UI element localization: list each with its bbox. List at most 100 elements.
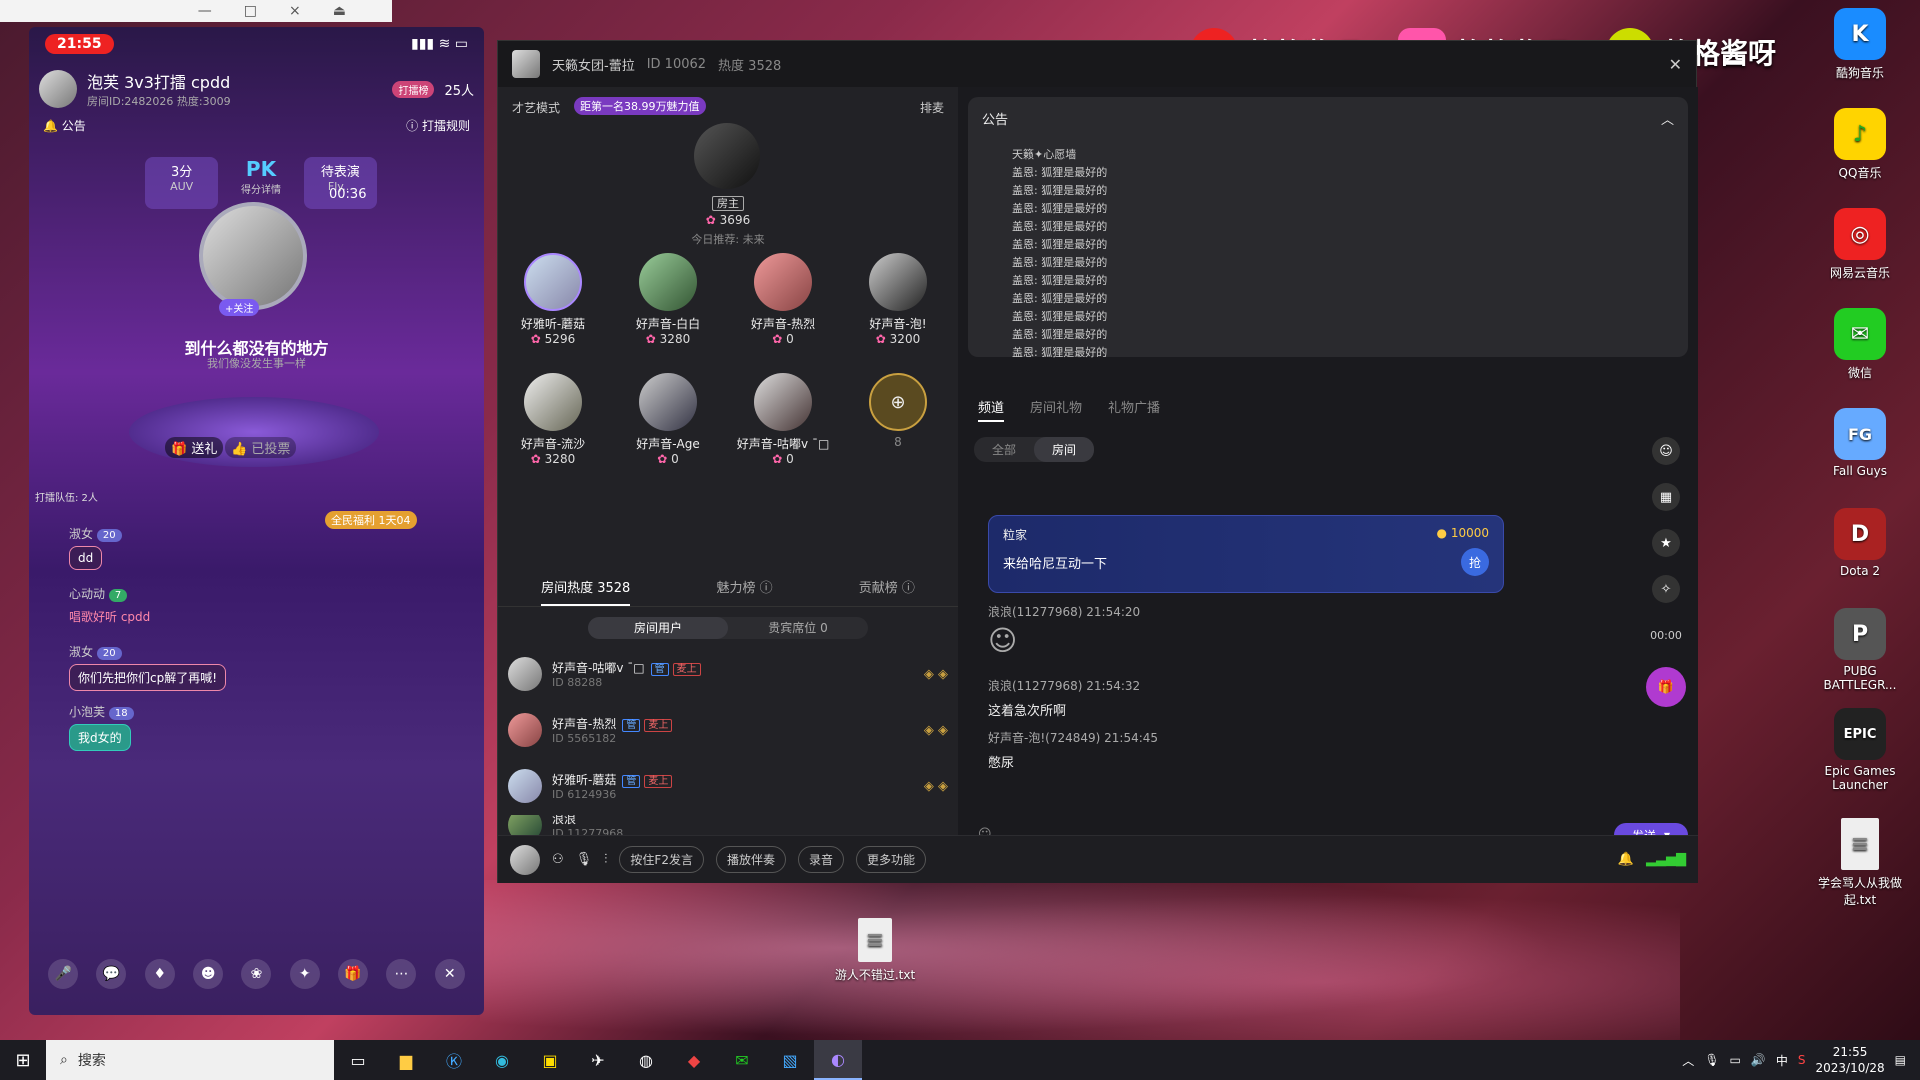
gift-button[interactable]: 🎁 送礼	[165, 437, 224, 458]
viewer-count[interactable]: 25人	[444, 80, 474, 99]
desktop-icon-textfile[interactable]: ≡ 学会骂人从我做起.txt	[1815, 818, 1905, 908]
maximize-icon[interactable]: □	[244, 3, 257, 19]
tab-room-users[interactable]: 房间用户	[588, 617, 728, 639]
obs-icon[interactable]: ◍	[622, 1040, 670, 1080]
app-icon[interactable]: ▧	[766, 1040, 814, 1080]
seat[interactable]: 好声音-白白 ✿ 3280	[613, 253, 723, 346]
gift-x10-icon[interactable]: ♦	[144, 959, 175, 989]
emoji-icon[interactable]: ☺	[1652, 437, 1680, 465]
queue-button[interactable]: 排麦	[920, 99, 944, 116]
notice-link[interactable]: 🔔 公告	[43, 117, 86, 134]
voice-room-app-icon[interactable]: ◐	[814, 1040, 862, 1080]
task-view-icon[interactable]: ▭	[334, 1040, 382, 1080]
grab-button[interactable]: 抢	[1461, 548, 1489, 576]
windows-start-icon[interactable]: ⊞	[0, 1040, 46, 1080]
star-icon[interactable]: ★	[1652, 529, 1680, 557]
rank-badge[interactable]: 打擂榜	[392, 80, 435, 98]
desktop-icon-textfile[interactable]: ≡ 游人不错过.txt	[830, 918, 920, 983]
star-icon[interactable]: ✦	[289, 959, 320, 989]
user-row[interactable]: 浪浪 ID 11277968	[508, 815, 948, 835]
more-icon[interactable]: ⋯	[386, 959, 417, 989]
app-icon[interactable]: ◆	[670, 1040, 718, 1080]
tab-room-gifts[interactable]: 房间礼物	[1030, 397, 1082, 422]
chevron-up-icon[interactable]: ︿	[1682, 1052, 1694, 1069]
ime-indicator[interactable]: 中	[1776, 1052, 1788, 1069]
clock[interactable]: 21:55 2023/10/28	[1815, 1044, 1884, 1076]
close-icon[interactable]: ✕	[434, 959, 465, 989]
empty-seat[interactable]: ⊕ 8	[843, 373, 953, 449]
record-button[interactable]: 录音	[797, 846, 844, 873]
lucky-bag-icon[interactable]: ❀	[241, 959, 272, 989]
file-explorer-icon[interactable]: ▆	[382, 1040, 430, 1080]
seat[interactable]: 好声音-流沙 ✿ 3280	[498, 373, 608, 466]
app-icon[interactable]: ✈	[574, 1040, 622, 1080]
gift-icon[interactable]: 🎁	[1646, 667, 1686, 707]
desktop-icon-qqmusic[interactable]: ♪ QQ音乐	[1815, 108, 1905, 181]
kugou-icon[interactable]: Ⓚ	[430, 1040, 478, 1080]
taskbar-search[interactable]: ⌕ 搜索	[46, 1040, 334, 1080]
accompaniment-button[interactable]: 播放伴奏	[715, 846, 786, 873]
edge-icon[interactable]: ◉	[478, 1040, 526, 1080]
chat-message: 浪浪(11277968) 21:54:32 这着急次所啊	[988, 679, 1141, 719]
microphone-icon[interactable]: 🎙	[1704, 1053, 1719, 1067]
filter-room[interactable]: 房间	[1034, 437, 1095, 462]
microphone-icon[interactable]: 🎙	[576, 852, 593, 867]
desktop-icon-wechat[interactable]: ✉ 微信	[1815, 308, 1905, 381]
mic-off-icon[interactable]: 🎤	[48, 959, 79, 989]
host-avatar[interactable]	[694, 123, 760, 189]
seat[interactable]: 好声音-泡! ✿ 3200	[843, 253, 953, 346]
voted-button[interactable]: 👍 已投票	[225, 437, 297, 458]
pk-left[interactable]: 3分 AUV	[145, 157, 219, 209]
minimize-icon[interactable]: —	[198, 3, 212, 19]
user-row[interactable]: 好声音-咕嘟v ˉ□ 管麦上 ID 88288 ◈ ◈	[508, 647, 948, 701]
more-features-button[interactable]: 更多功能	[856, 846, 927, 873]
desktop-icon-dota2[interactable]: D Dota 2	[1815, 508, 1905, 578]
tab-contribution[interactable]: 贡献榜 ⓘ	[859, 577, 915, 606]
self-avatar[interactable]	[510, 844, 540, 875]
tab-vip-seats[interactable]: 贵宾席位 0	[728, 617, 868, 639]
desktop-icon-kugou[interactable]: K 酷狗音乐	[1815, 8, 1905, 81]
voice-changer-icon[interactable]: ⚇	[552, 852, 564, 867]
follow-button[interactable]: +关注	[219, 299, 260, 316]
candy-icon[interactable]: ✧	[1652, 575, 1680, 603]
player-icon[interactable]: ▣	[526, 1040, 574, 1080]
seat[interactable]: 好雅听-蘑菇 ✿ 5296	[498, 253, 608, 346]
sogou-icon[interactable]: S	[1798, 1053, 1806, 1067]
desktop-icon-epic[interactable]: EPIC Epic Games Launcher	[1815, 708, 1905, 792]
close-icon[interactable]: ✕	[1669, 55, 1682, 74]
bell-icon[interactable]: 🔔	[1618, 852, 1634, 867]
mixer-icon[interactable]: ⫶	[604, 852, 607, 867]
gift-icon[interactable]: 🎁	[338, 959, 369, 989]
user-row[interactable]: 好雅听-蘑菇管麦上 ID 6124936 ◈ ◈	[508, 759, 948, 813]
seat[interactable]: 好声音-咕嘟v ˉ□ ✿ 0	[728, 373, 838, 466]
chat-icon[interactable]: 💬	[96, 959, 127, 989]
tab-room-heat[interactable]: 房间热度 3528	[541, 577, 631, 606]
desktop-icon-pubg[interactable]: P PUBG BATTLEGR...	[1815, 608, 1905, 692]
eject-icon[interactable]: ⏏	[333, 3, 346, 19]
phone-screen: 21:55 ▮▮▮ ≋ ▭ 泡芙 3v3打擂 cpdd 房间ID:2482026…	[29, 27, 484, 1015]
push-to-talk-button[interactable]: 按住F2发言	[619, 846, 704, 873]
notification-icon[interactable]: ▤	[1895, 1053, 1906, 1067]
volume-icon[interactable]: 🔊	[1751, 1053, 1766, 1067]
desktop-icon-fallguys[interactable]: FG Fall Guys	[1815, 408, 1905, 478]
desktop-icon-netease[interactable]: ◎ 网易云音乐	[1815, 208, 1905, 281]
performer-avatar[interactable]	[199, 202, 307, 310]
red-packet-card[interactable]: 粒家 ● 10000 来给哈尼互动一下 抢	[988, 515, 1504, 593]
wechat-icon[interactable]: ✉	[718, 1040, 766, 1080]
close-icon[interactable]: ×	[289, 3, 301, 19]
user-row[interactable]: 好声音-热烈管麦上 ID 5565182 ◈ ◈	[508, 703, 948, 757]
seat[interactable]: 好声音-Age ✿ 0	[613, 373, 723, 466]
network-icon[interactable]: ▭	[1730, 1053, 1741, 1067]
tab-charm[interactable]: 魅力榜 ⓘ	[716, 577, 772, 606]
pk-center[interactable]: PK 得分详情	[224, 157, 297, 209]
seat[interactable]: 好声音-热烈 ✿ 0	[728, 253, 838, 346]
room-avatar[interactable]	[512, 50, 540, 78]
rules-link[interactable]: ⓘ 打擂规则	[406, 117, 470, 134]
tab-channel[interactable]: 频道	[978, 397, 1005, 422]
tab-gift-broadcast[interactable]: 礼物广播	[1108, 397, 1160, 422]
collapse-icon[interactable]: ︿	[1661, 109, 1674, 128]
apps-icon[interactable]: ▦	[1652, 483, 1680, 511]
character-icon[interactable]: ☻	[193, 959, 224, 989]
avatar[interactable]	[39, 70, 77, 108]
filter-all[interactable]: 全部	[974, 437, 1034, 462]
